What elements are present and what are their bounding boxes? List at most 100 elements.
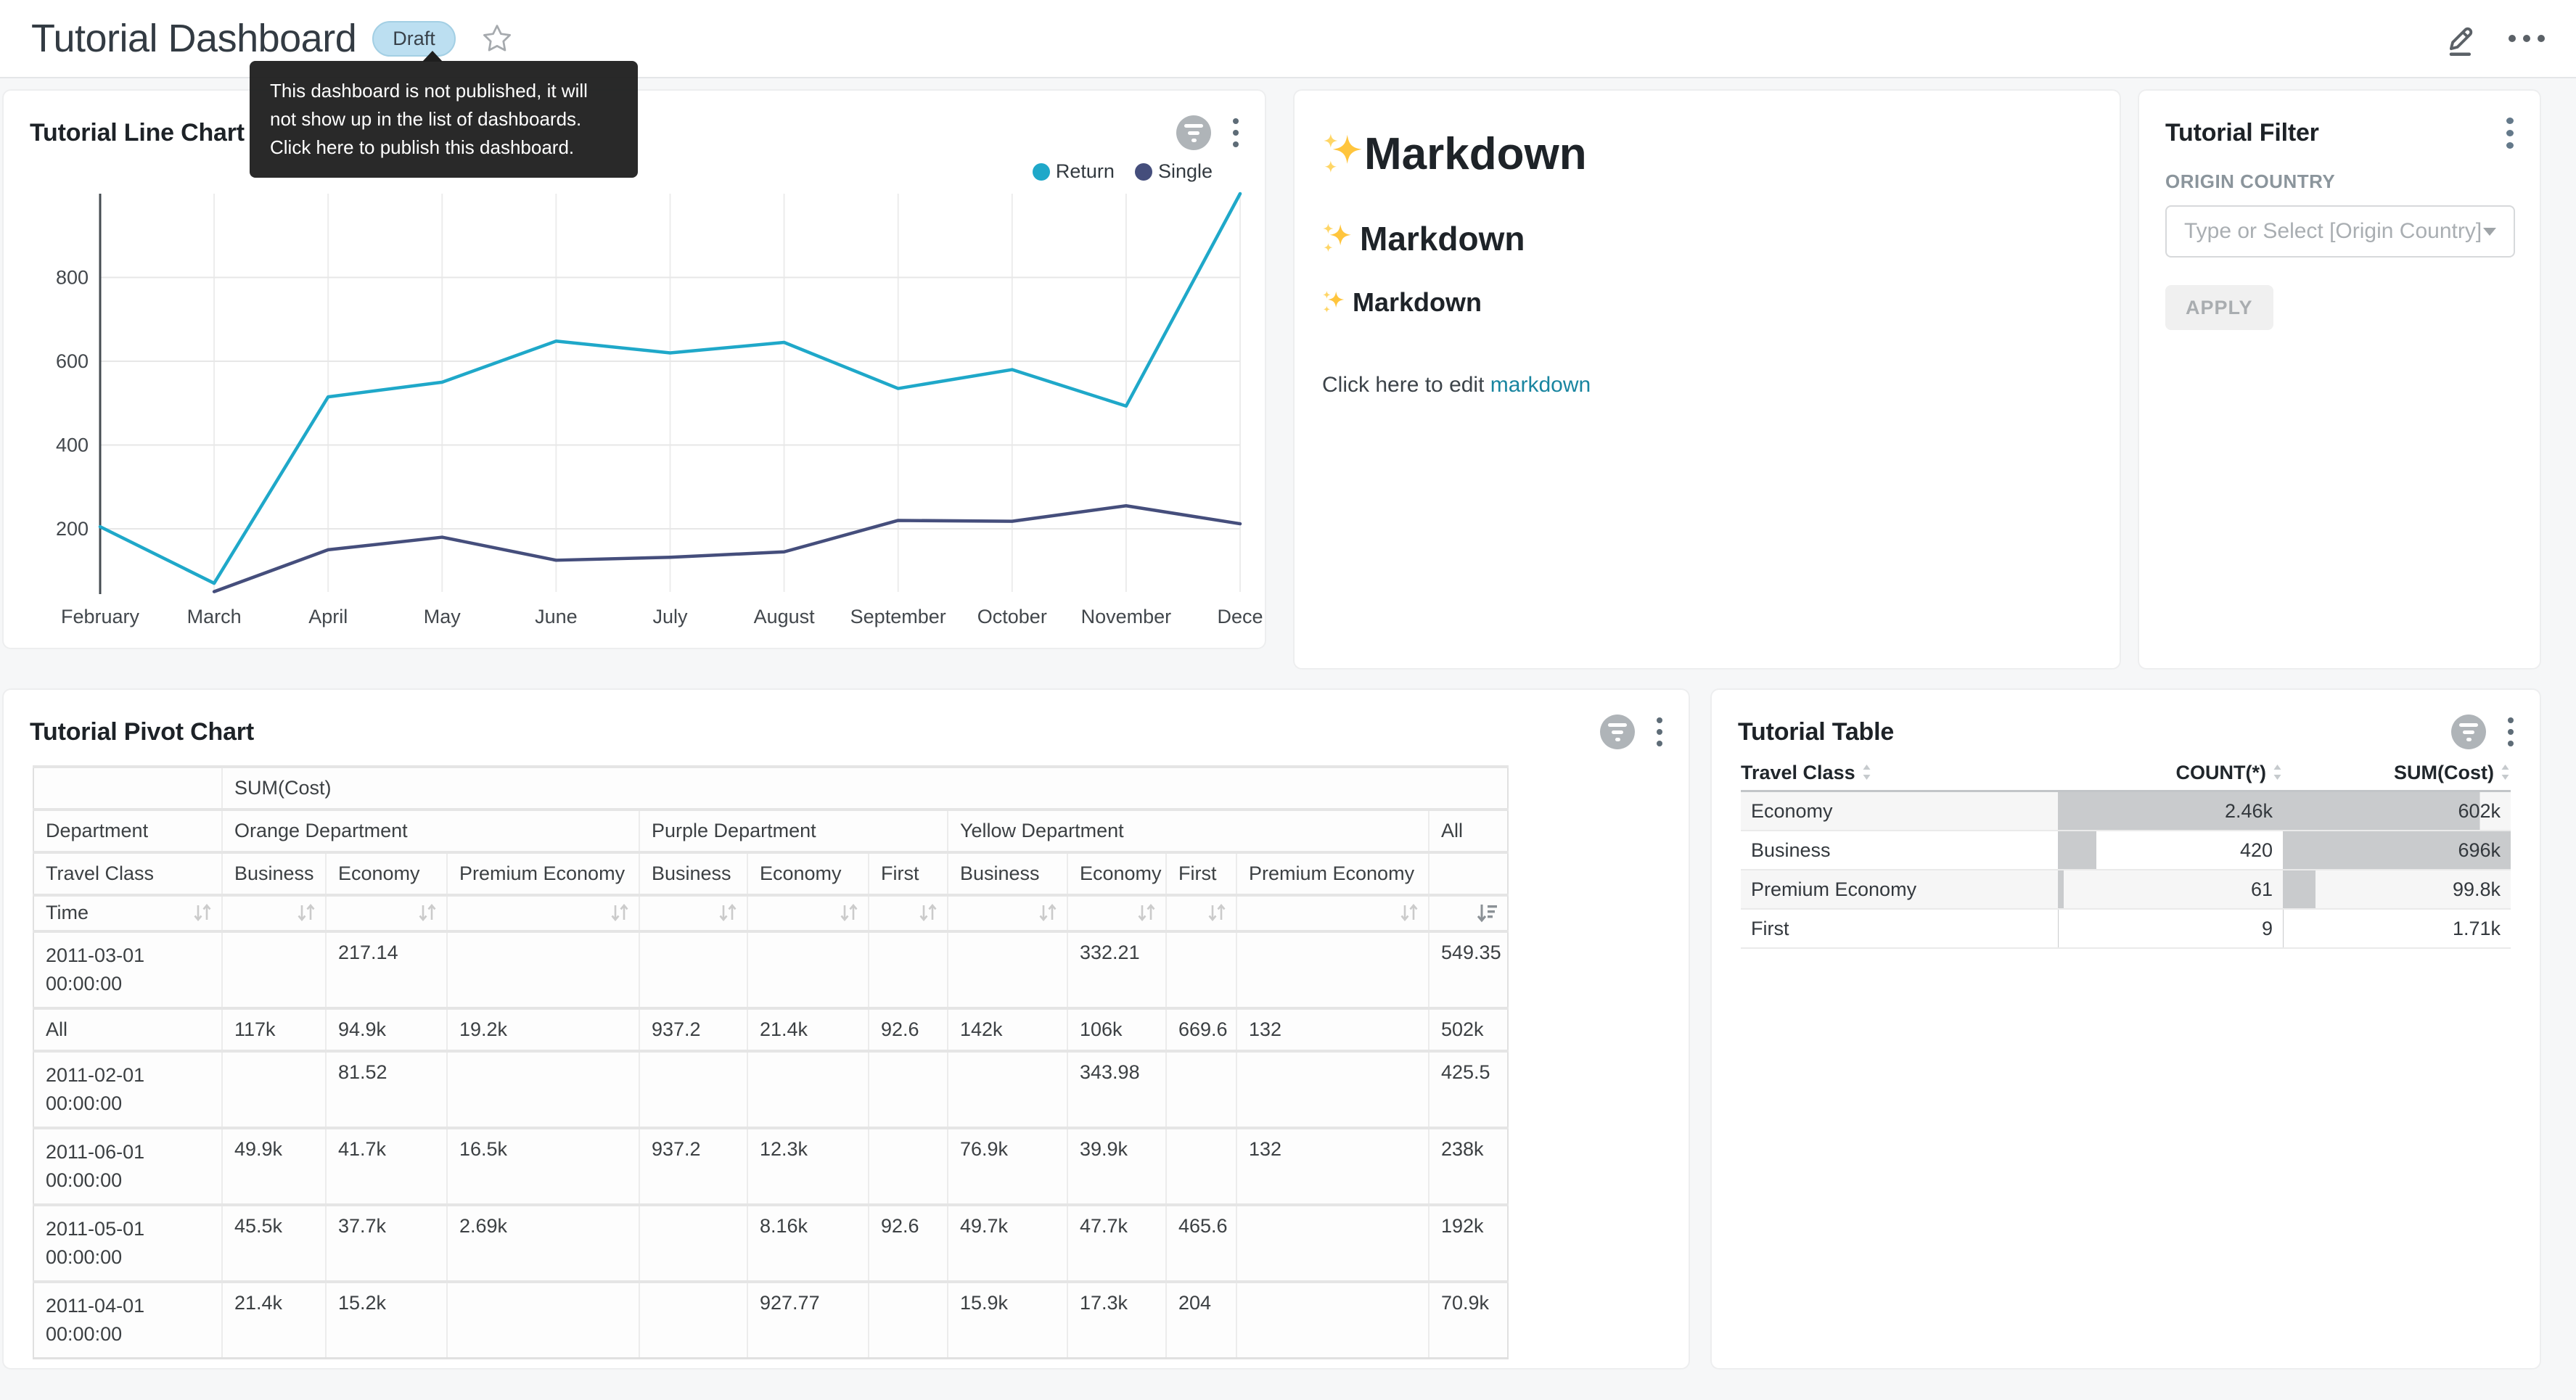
x-tick-label: August	[754, 606, 816, 627]
pivot-table: SUM(Cost)DepartmentOrange DepartmentPurp…	[33, 765, 1509, 1359]
markdown-panel: Markdown Markdown Markdown Click here to…	[1295, 91, 2120, 668]
pivot-chart-title: Tutorial Pivot Chart	[30, 718, 254, 746]
pivot-value-cell: 192k	[1429, 1205, 1508, 1282]
pivot-sort-cell[interactable]	[1166, 895, 1236, 931]
table-column-header[interactable]: Travel Class	[1741, 755, 2058, 790]
travel-class-cell: Premium Economy	[1741, 870, 2058, 908]
select-placeholder: Type or Select [Origin Country]	[2184, 219, 2483, 244]
sort-icon[interactable]	[918, 901, 938, 924]
pivot-row-label: All	[33, 1008, 222, 1051]
pencil-icon	[2442, 20, 2480, 57]
pivot-value-cell	[1166, 1128, 1236, 1205]
x-tick-label: May	[424, 606, 462, 627]
sparkles-icon	[1322, 290, 1345, 315]
pivot-class-column-header: Business	[222, 852, 326, 895]
filter-indicator-icon[interactable]	[2451, 715, 2486, 749]
pivot-value-cell	[1236, 1205, 1429, 1282]
pivot-value-cell	[447, 1051, 639, 1128]
table-panel: Tutorial Table Travel ClassCOUNT(*)SUM(C…	[1712, 690, 2540, 1368]
pivot-class-column-header: Business	[639, 852, 747, 895]
draft-badge[interactable]: Draft	[372, 21, 456, 57]
pivot-value-cell: 2.69k	[447, 1205, 639, 1282]
pivot-value-cell: 106k	[1067, 1008, 1166, 1051]
chart-kebab-menu[interactable]	[2502, 715, 2519, 749]
sort-desc-icon[interactable]	[1475, 901, 1498, 924]
edit-dashboard-button[interactable]	[2441, 18, 2482, 59]
pivot-sort-cell[interactable]	[869, 895, 948, 931]
pivot-time-header[interactable]: Time	[33, 895, 222, 931]
sort-icon[interactable]	[718, 901, 738, 924]
pivot-value-cell: 92.6	[869, 1008, 948, 1051]
sort-icon[interactable]	[417, 901, 438, 924]
sort-icon[interactable]	[839, 901, 859, 924]
y-tick-label: 400	[56, 435, 89, 456]
pivot-sort-cell[interactable]	[948, 895, 1067, 931]
pivot-value-cell	[869, 1282, 948, 1359]
pivot-value-cell	[1236, 1051, 1429, 1128]
pivot-sort-cell[interactable]	[1429, 895, 1508, 931]
pivot-sort-cell[interactable]	[326, 895, 447, 931]
filter-indicator-icon[interactable]	[1600, 715, 1635, 749]
chart-kebab-menu[interactable]	[1651, 715, 1668, 749]
pivot-value-cell: 332.21	[1067, 931, 1166, 1008]
sort-icon[interactable]	[1399, 901, 1419, 924]
markdown-h1: Markdown	[1322, 128, 2091, 180]
travel-class-cell: Economy	[1741, 792, 2058, 830]
dashboard-menu-button[interactable]	[2506, 18, 2547, 59]
count-cell: 420	[2058, 831, 2283, 869]
pivot-row-label: 2011-05-0100:00:00	[33, 1205, 222, 1282]
pivot-value-cell	[869, 1051, 948, 1128]
origin-country-select[interactable]: Type or Select [Origin Country]	[2165, 205, 2515, 258]
pivot-class-column-header: Premium Economy	[1236, 852, 1429, 895]
pivot-sort-cell[interactable]	[222, 895, 326, 931]
pivot-value-cell: 81.52	[326, 1051, 447, 1128]
x-tick-label: October	[977, 606, 1047, 627]
pivot-value-cell: 41.7k	[326, 1128, 447, 1205]
pivot-value-cell	[948, 1051, 1067, 1128]
pivot-value-cell	[869, 931, 948, 1008]
pivot-sort-cell[interactable]	[1236, 895, 1429, 931]
sort-icon[interactable]	[192, 901, 213, 924]
sort-icon[interactable]	[296, 901, 316, 924]
pivot-class-column-header: Business	[948, 852, 1067, 895]
page-title: Tutorial Dashboard	[31, 16, 356, 61]
sort-icon[interactable]	[1861, 763, 1872, 782]
pivot-value-cell: 937.2	[639, 1008, 747, 1051]
pivot-value-cell	[639, 931, 747, 1008]
pivot-sort-cell[interactable]	[747, 895, 869, 931]
pivot-sort-cell[interactable]	[447, 895, 639, 931]
pivot-value-cell	[869, 1128, 948, 1205]
sum-cost-cell: 99.8k	[2283, 870, 2511, 908]
pivot-value-cell: 132	[1236, 1008, 1429, 1051]
pivot-value-cell: 425.5	[1429, 1051, 1508, 1128]
filter-kebab-menu[interactable]	[2501, 115, 2519, 152]
pivot-sort-cell[interactable]	[1067, 895, 1166, 931]
sort-icon[interactable]	[2500, 763, 2511, 782]
y-tick-label: 800	[56, 267, 89, 289]
pivot-value-cell	[639, 1282, 747, 1359]
pivot-value-cell	[747, 931, 869, 1008]
markdown-edit-link[interactable]: markdown	[1490, 373, 1591, 397]
sum-cost-cell: 602k	[2283, 792, 2511, 830]
pivot-value-cell: 937.2	[639, 1128, 747, 1205]
pivot-value-cell	[747, 1051, 869, 1128]
pivot-value-cell: 12.3k	[747, 1128, 869, 1205]
table-column-header[interactable]: SUM(Cost)	[2283, 755, 2511, 790]
sort-icon[interactable]	[1207, 901, 1227, 924]
pivot-class-header: Travel Class	[33, 852, 222, 895]
sort-icon[interactable]	[2272, 763, 2283, 782]
count-cell: 9	[2058, 910, 2283, 947]
table-column-header[interactable]: COUNT(*)	[2058, 755, 2283, 790]
star-icon	[481, 22, 513, 54]
apply-button[interactable]: APPLY	[2165, 285, 2273, 330]
pivot-value-cell: 238k	[1429, 1128, 1508, 1205]
sort-icon[interactable]	[1136, 901, 1157, 924]
pivot-class-column-header: Premium Economy	[447, 852, 639, 895]
single-series-line[interactable]	[214, 506, 1240, 591]
pivot-sort-cell[interactable]	[639, 895, 747, 931]
sort-icon[interactable]	[1038, 901, 1058, 924]
sparkles-icon	[1322, 133, 1364, 176]
sort-icon[interactable]	[610, 901, 630, 924]
pivot-value-cell: 549.35	[1429, 931, 1508, 1008]
favorite-star-button[interactable]	[480, 22, 514, 55]
